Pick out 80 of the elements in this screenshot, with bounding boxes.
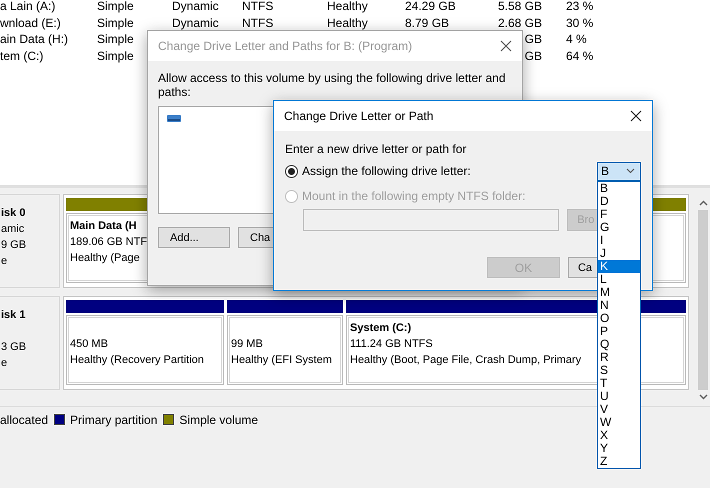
table-cell: Healthy xyxy=(327,0,368,14)
partition-title: System (C:) xyxy=(350,321,412,336)
dropdown-option[interactable]: N xyxy=(598,298,640,312)
partition-info: Healthy (Page xyxy=(70,251,140,266)
disk-info: 3 GB xyxy=(1,340,26,355)
table-cell: GB xyxy=(524,48,542,63)
disk-name: isk 1 xyxy=(1,308,26,323)
table-cell: Simple xyxy=(97,0,134,14)
table-cell: Dynamic xyxy=(172,0,219,14)
instruction-text: Enter a new drive letter or path for xyxy=(285,141,468,157)
partition-box[interactable]: 450 MB Healthy (Recovery Partition xyxy=(66,315,224,385)
partition-info: Healthy (Recovery Partition xyxy=(70,353,204,368)
scroll-up-icon[interactable] xyxy=(698,200,708,206)
dropdown-option[interactable]: S xyxy=(598,364,640,376)
dropdown-option[interactable]: Z xyxy=(598,454,640,468)
dropdown-option[interactable]: V xyxy=(598,402,640,416)
disk-info: e xyxy=(1,356,8,371)
partition-info: 450 MB xyxy=(70,337,108,352)
dropdown-option[interactable]: X xyxy=(598,428,640,442)
dialog-button[interactable]: Add... xyxy=(158,227,230,248)
legend-label: Simple volume xyxy=(179,412,258,428)
table-cell: 5.58 GB xyxy=(498,0,542,14)
dropdown-option[interactable]: J xyxy=(598,246,640,260)
partition-info: 111.24 GB NTFS xyxy=(350,337,433,352)
dropdown-option[interactable]: P xyxy=(598,324,640,338)
partition-info: Healthy (EFI System xyxy=(231,353,332,368)
drive-icon xyxy=(167,115,181,122)
table-cell: NTFS xyxy=(242,0,274,14)
partition-box[interactable]: 99 MB Healthy (EFI System xyxy=(227,315,343,385)
dropdown-option[interactable]: G xyxy=(598,220,640,234)
dropdown-option[interactable]: B xyxy=(598,182,640,194)
dropdown-option[interactable]: D xyxy=(598,194,640,208)
table-cell: 8.79 GB xyxy=(405,16,450,30)
window-title: Change Drive Letter and Paths for B: (Program) xyxy=(158,39,412,53)
dropdown-option[interactable]: W xyxy=(598,416,640,428)
disk-name: isk 0 xyxy=(1,206,26,221)
table-cell: wnload (E:) xyxy=(0,16,61,30)
scroll-thumb[interactable] xyxy=(698,210,708,390)
scroll-down-icon[interactable] xyxy=(698,394,708,400)
table-cell: a Lain (A:) xyxy=(0,0,56,14)
dropdown-option[interactable]: U xyxy=(598,390,640,402)
table-cell: 64 % xyxy=(566,48,594,63)
window-title: Change Drive Letter or Path xyxy=(284,109,434,123)
table-cell: NTFS xyxy=(242,16,274,30)
dropdown-option[interactable]: M xyxy=(598,286,640,298)
drive-letter-dropdown[interactable]: B xyxy=(597,162,641,180)
table-cell: Simple xyxy=(97,48,134,63)
table-cell: 24.29 GB xyxy=(405,0,456,14)
table-cell: 2.68 GB xyxy=(498,16,542,30)
dropdown-option[interactable]: Q xyxy=(598,338,640,350)
table-cell: 4 % xyxy=(566,32,587,46)
table-cell: Simple xyxy=(97,16,134,30)
table-cell: ain Data (H:) xyxy=(0,32,68,46)
disk-info: amic xyxy=(1,222,24,237)
partition-title: Main Data (H xyxy=(70,219,137,234)
dropdown-option[interactable]: L xyxy=(598,272,640,286)
chevron-down-icon xyxy=(626,168,635,174)
dropdown-option[interactable]: K xyxy=(598,260,640,272)
partition-info: Healthy (Boot, Page File, Crash Dump, Primary xyxy=(350,353,582,368)
disk-info: e xyxy=(1,254,8,269)
partition-info: 189.06 GB NTF xyxy=(70,235,148,250)
radio-option[interactable]: Assign the following drive letter: xyxy=(285,164,471,178)
table-cell: Dynamic xyxy=(172,16,219,30)
table-cell: GB xyxy=(524,32,542,46)
instruction-text: Allow access to this volume by using the following drive letter and paths: xyxy=(158,71,507,99)
close-icon[interactable] xyxy=(500,40,512,52)
close-icon[interactable] xyxy=(630,110,642,122)
table-cell: Simple xyxy=(97,32,134,46)
dropdown-option[interactable]: I xyxy=(598,234,640,246)
partition-info: 99 MB xyxy=(231,337,263,352)
dropdown-option[interactable]: F xyxy=(598,208,640,220)
legend-label: Primary partition xyxy=(70,412,158,428)
legend-label: allocated xyxy=(0,412,48,428)
dropdown-option[interactable]: Y xyxy=(598,442,640,454)
table-cell: 30 % xyxy=(566,16,594,30)
disk-info: 9 GB xyxy=(1,238,26,253)
table-cell: tem (C:) xyxy=(0,48,44,63)
dropdown-option[interactable]: R xyxy=(598,350,640,364)
table-cell: Healthy xyxy=(327,16,368,30)
table-cell: 23 % xyxy=(566,0,594,14)
